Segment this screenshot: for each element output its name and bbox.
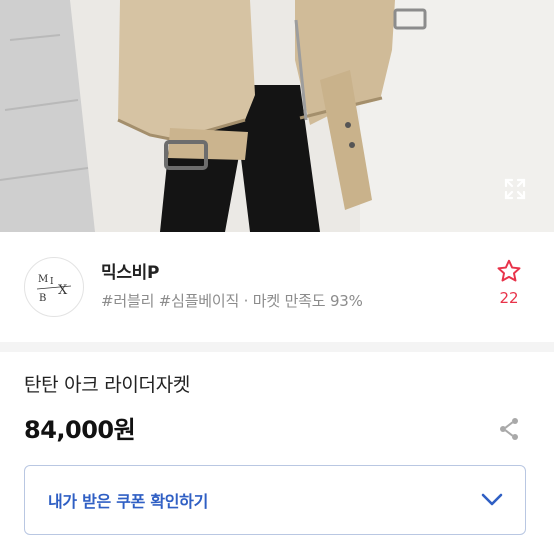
- expand-photo-button[interactable]: [498, 172, 532, 206]
- shop-tags-satisfaction: #러블리 #심플베이직 · 마켓 만족도 93%: [101, 292, 363, 310]
- product-photo[interactable]: [0, 0, 554, 232]
- product-title: 탄탄 아크 라이더자켓: [24, 374, 191, 396]
- svg-text:M: M: [38, 274, 48, 285]
- share-button[interactable]: [496, 415, 522, 443]
- shop-name[interactable]: 믹스비P: [101, 258, 159, 283]
- section-divider: [0, 342, 554, 352]
- favorite-count: 22: [499, 289, 519, 307]
- coupon-check-button[interactable]: 내가 받은 쿠폰 확인하기: [24, 465, 526, 535]
- svg-text:B: B: [39, 293, 46, 304]
- coupon-check-label: 내가 받은 쿠폰 확인하기: [48, 492, 209, 511]
- svg-text:I: I: [50, 277, 54, 287]
- favorite-button[interactable]: 22: [489, 258, 529, 314]
- share-icon: [500, 418, 518, 440]
- product-photo-image: [0, 0, 554, 232]
- shop-logo[interactable]: M I X B: [24, 257, 84, 317]
- chevron-down-icon: [481, 493, 503, 506]
- svg-text:X: X: [58, 283, 68, 298]
- star-outline-icon: [497, 259, 521, 282]
- product-price: 84,000원: [24, 416, 136, 444]
- expand-icon: [504, 178, 526, 200]
- shop-logo-mark: M I X B: [36, 274, 72, 304]
